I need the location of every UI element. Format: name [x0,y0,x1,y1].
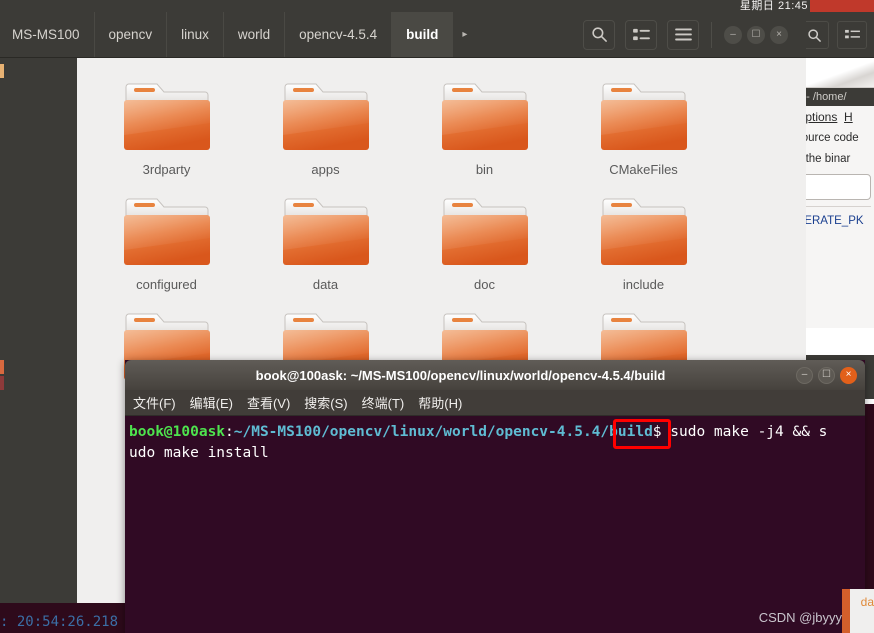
list-item[interactable]: apps [246,78,405,177]
terminal-window-controls: – ☐ × [796,366,865,384]
terminal-title: book@100ask: ~/MS-MS100/opencv/linux/wor… [255,367,666,383]
file-label: include [622,277,665,292]
file-manager-header: MS-MS100 opencv linux world opencv-4.5.4… [0,12,806,58]
cmake-divider [796,206,871,207]
breadcrumb-item-linux[interactable]: linux [167,12,224,57]
terminal-menu-search[interactable]: 搜索(S) [304,393,347,412]
list-item[interactable]: configured [87,193,246,292]
terminal-menu-edit[interactable]: 编辑(E) [190,393,233,412]
terminal-menu-view[interactable]: 查看(V) [247,393,290,412]
file-manager-window-controls: – ☐ × [724,25,798,44]
breadcrumb-item-opencv[interactable]: opencv [95,12,168,57]
breadcrumb-item-ms-ms100[interactable]: MS-MS100 [0,12,95,57]
breadcrumb-item-build[interactable]: build [392,12,454,57]
terminal-titlebar[interactable]: book@100ask: ~/MS-MS100/opencv/linux/wor… [125,360,865,390]
cmake-path-input[interactable] [796,174,871,200]
toolbar-divider [711,21,712,48]
folder-icon [119,193,215,271]
terminal-prompt-line: book@100ask:~/MS-MS100/opencv/linux/worl… [129,422,865,443]
file-label: data [312,277,339,292]
folder-icon [437,78,533,156]
search-icon[interactable] [583,19,615,50]
recording-timestamp: : 20:54:26.218 [0,614,119,630]
folder-icon [596,193,692,271]
desktop-right-edge-label: da [860,595,874,609]
file-label: apps [311,162,340,177]
terminal-prompt-path: ~/MS-MS100/opencv/linux/world/opencv-4.5… [233,424,653,440]
file-label: configured [136,277,197,292]
sidebar-marker-middle [0,360,4,374]
close-button[interactable]: × [770,25,788,44]
cmake-variable-entry[interactable]: NERATE_PK [796,215,871,227]
file-label: 3rdparty [142,162,191,177]
desktop-right-edge-accent [842,589,850,633]
list-item[interactable]: include [564,193,723,292]
terminal-window[interactable]: book@100ask: ~/MS-MS100/opencv/linux/wor… [125,360,865,633]
terminal-command-text: sudo make -j4 && s [670,424,828,440]
folder-icon [278,78,374,156]
terminal-menubar: 文件(F) 编辑(E) 查看(V) 搜索(S) 终端(T) 帮助(H) [125,390,865,416]
maximize-button[interactable]: ☐ [747,25,765,44]
terminal-minimize-button[interactable]: – [796,366,813,384]
sidebar-marker-top [0,64,4,78]
file-manager-toolbar: – ☐ × [583,12,806,57]
cmake-view-list-icon[interactable] [837,21,867,49]
screen-root: 星期日 21:45 2 - /home/ Options H source co… [0,0,874,633]
cmake-source-label: source code [796,132,859,144]
folder-icon [119,78,215,156]
sidebar-marker-lower [0,376,4,390]
breadcrumb-overflow-arrow[interactable]: ▸ [453,12,476,57]
folder-icon [278,193,374,271]
desktop-top-panel-accent [810,0,874,12]
breadcrumb-item-world[interactable]: world [224,12,286,57]
file-label: bin [475,162,494,177]
terminal-prompt-separator: : [225,424,234,440]
cmake-menu-help[interactable]: H [844,110,853,124]
watermark: CSDN @jbyyy [758,610,842,625]
list-item[interactable]: 3rdparty [87,78,246,177]
list-item[interactable]: data [246,193,405,292]
list-item[interactable]: bin [405,78,564,177]
terminal-screen[interactable]: book@100ask:~/MS-MS100/opencv/linux/worl… [125,416,865,633]
list-item[interactable]: CMakeFiles [564,78,723,177]
list-item[interactable]: doc [405,193,564,292]
file-icon-grid: 3rdparty apps bin CMakeFiles configured … [77,58,806,392]
terminal-prompt-symbol: $ [652,424,671,440]
header-spacer [476,12,583,57]
breadcrumb-item-opencv-454[interactable]: opencv-4.5.4 [285,12,393,57]
terminal-command-continued: udo make install [129,445,269,461]
terminal-maximize-button[interactable]: ☐ [818,366,835,384]
terminal-menu-file[interactable]: 文件(F) [133,393,176,412]
file-label: doc [474,277,495,292]
minimize-button[interactable]: – [724,25,742,44]
recording-timestamp-value: 20:54:26.218 [16,614,119,630]
view-list-icon[interactable] [625,19,657,50]
folder-icon [437,193,533,271]
terminal-menu-terminal[interactable]: 终端(T) [362,393,405,412]
hamburger-menu-icon[interactable] [667,19,699,50]
folder-icon [596,78,692,156]
terminal-menu-help[interactable]: 帮助(H) [418,393,462,412]
terminal-prompt-user: book@100ask [129,424,226,440]
breadcrumb[interactable]: MS-MS100 opencv linux world opencv-4.5.4… [0,12,476,57]
terminal-command-wrap-line: udo make install [129,443,865,464]
file-label: CMakeFiles [609,162,678,177]
cmake-binary-label: d the binar [796,153,851,165]
terminal-close-button[interactable]: × [840,366,857,384]
